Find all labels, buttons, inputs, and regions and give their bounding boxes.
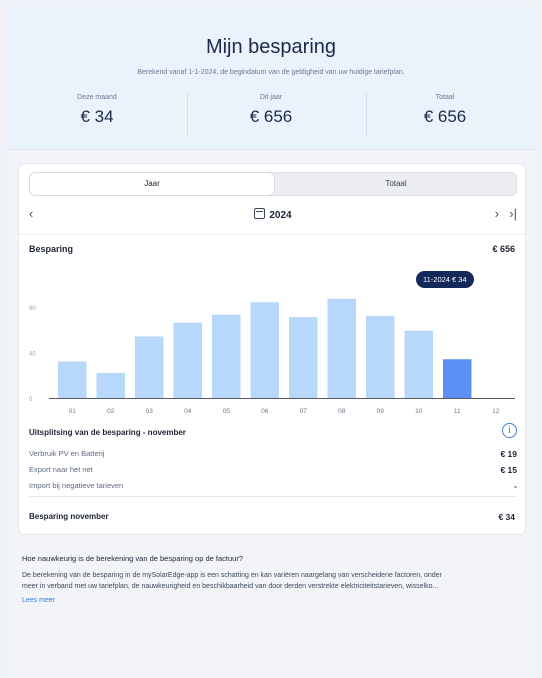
page: Mijn besparing Berekend vanaf 1-1-2024, … — [7, 6, 535, 678]
breakdown-row: Import bij negatieve tarieven - — [29, 481, 517, 495]
bar-tooltip: 11-2024 € 34 — [416, 271, 474, 288]
x-tick-label: 03 — [146, 408, 154, 415]
bar-04 — [173, 322, 202, 398]
x-tick-label: 02 — [107, 408, 115, 415]
year-selector[interactable]: 2024 — [29, 208, 517, 221]
monthly-savings-chart: 0 40 80 01 02 03 04 05 06 07 08 09 10 11 12 — [29, 298, 515, 415]
faq-question: Hoe nauwkeurig is de berekening van de b… — [22, 554, 243, 563]
breakdown-row: Verbruik PV en Batterij € 19 — [29, 449, 517, 463]
y-tick-label: 80 — [29, 306, 36, 312]
stat-value: € 656 — [249, 107, 293, 126]
breakdown-label: Verbruik PV en Batterij — [29, 449, 105, 458]
x-tick-label: 12 — [492, 408, 500, 415]
breakdown-label: Export naar het net — [29, 465, 93, 474]
x-tick-label: 01 — [69, 408, 77, 415]
stat-this-month: Deze maand € 34 — [9, 94, 185, 127]
bar-09 — [366, 315, 395, 398]
info-icon[interactable]: i — [502, 423, 517, 438]
savings-label: Besparing — [29, 244, 74, 254]
bar-02 — [96, 372, 125, 398]
divider — [29, 496, 517, 497]
stat-total: Totaal € 656 — [357, 94, 533, 127]
calendar-icon — [254, 208, 266, 219]
breakdown-row: Export naar het net € 15 — [29, 465, 517, 479]
stat-label: Deze maand — [77, 94, 117, 101]
x-tick-label: 11 — [454, 408, 461, 415]
bar-06 — [250, 302, 279, 398]
y-tick-label: 40 — [29, 351, 36, 357]
breakdown-title: Uitsplitsing van de besparing - november — [29, 428, 186, 437]
faq-answer: De berekening van de besparing in de myS… — [22, 570, 532, 592]
x-tick-label: 06 — [261, 408, 269, 415]
read-more-link[interactable]: Lees meer — [22, 597, 55, 604]
page-title: Mijn besparing — [205, 36, 337, 58]
bar-07 — [289, 317, 318, 398]
period-toggle: Jaar Totaal — [29, 172, 517, 196]
bar-03 — [135, 336, 164, 398]
divider — [19, 234, 525, 235]
stat-value: € 656 — [423, 107, 467, 126]
faq-answer-line: meer in verband met uw tariefplan, de na… — [22, 583, 439, 590]
breakdown-total-value: € 34 — [498, 512, 515, 522]
breakdown-value: € 19 — [500, 449, 517, 459]
faq-answer-line: De berekening van de besparing in de myS… — [22, 572, 442, 579]
year-navigator: ‹ 2024 › ›| — [29, 206, 517, 224]
x-tick-label: 10 — [415, 408, 423, 415]
breakdown-value: - — [514, 481, 517, 491]
breakdown-total-label: Besparing november — [29, 512, 109, 521]
savings-header: Mijn besparing Berekend vanaf 1-1-2024, … — [7, 6, 535, 150]
bar-01 — [58, 361, 87, 398]
x-tick-label: 07 — [300, 408, 308, 415]
y-tick-label: 0 — [29, 397, 33, 403]
tab-year[interactable]: Jaar — [30, 173, 274, 195]
savings-value: € 656 — [492, 244, 515, 254]
bar-05 — [212, 314, 241, 398]
stat-label: Dit jaar — [259, 94, 283, 101]
x-tick-label: 05 — [223, 408, 231, 415]
last-year-button[interactable]: ›| — [509, 206, 517, 221]
bar-08 — [327, 298, 356, 398]
year-label: 2024 — [269, 210, 292, 221]
breakdown-value: € 15 — [500, 465, 517, 475]
x-tick-label: 08 — [338, 408, 346, 415]
stat-label: Totaal — [435, 94, 455, 101]
stat-this-year: Dit jaar € 656 — [183, 94, 359, 127]
stat-value: € 34 — [80, 107, 114, 126]
next-year-button[interactable]: › — [495, 206, 499, 221]
page-subtitle: Berekend vanaf 1-1-2024, de begindatum v… — [137, 69, 405, 76]
breakdown-label: Import bij negatieve tarieven — [29, 481, 124, 490]
x-tick-label: 09 — [377, 408, 385, 415]
x-tick-label: 04 — [184, 408, 192, 415]
savings-card: Jaar Totaal ‹ 2024 › ›| Besparing € 656 … — [18, 163, 526, 535]
bar-11 — [443, 359, 472, 398]
tab-total[interactable]: Totaal — [274, 173, 518, 195]
bar-10 — [404, 330, 433, 398]
